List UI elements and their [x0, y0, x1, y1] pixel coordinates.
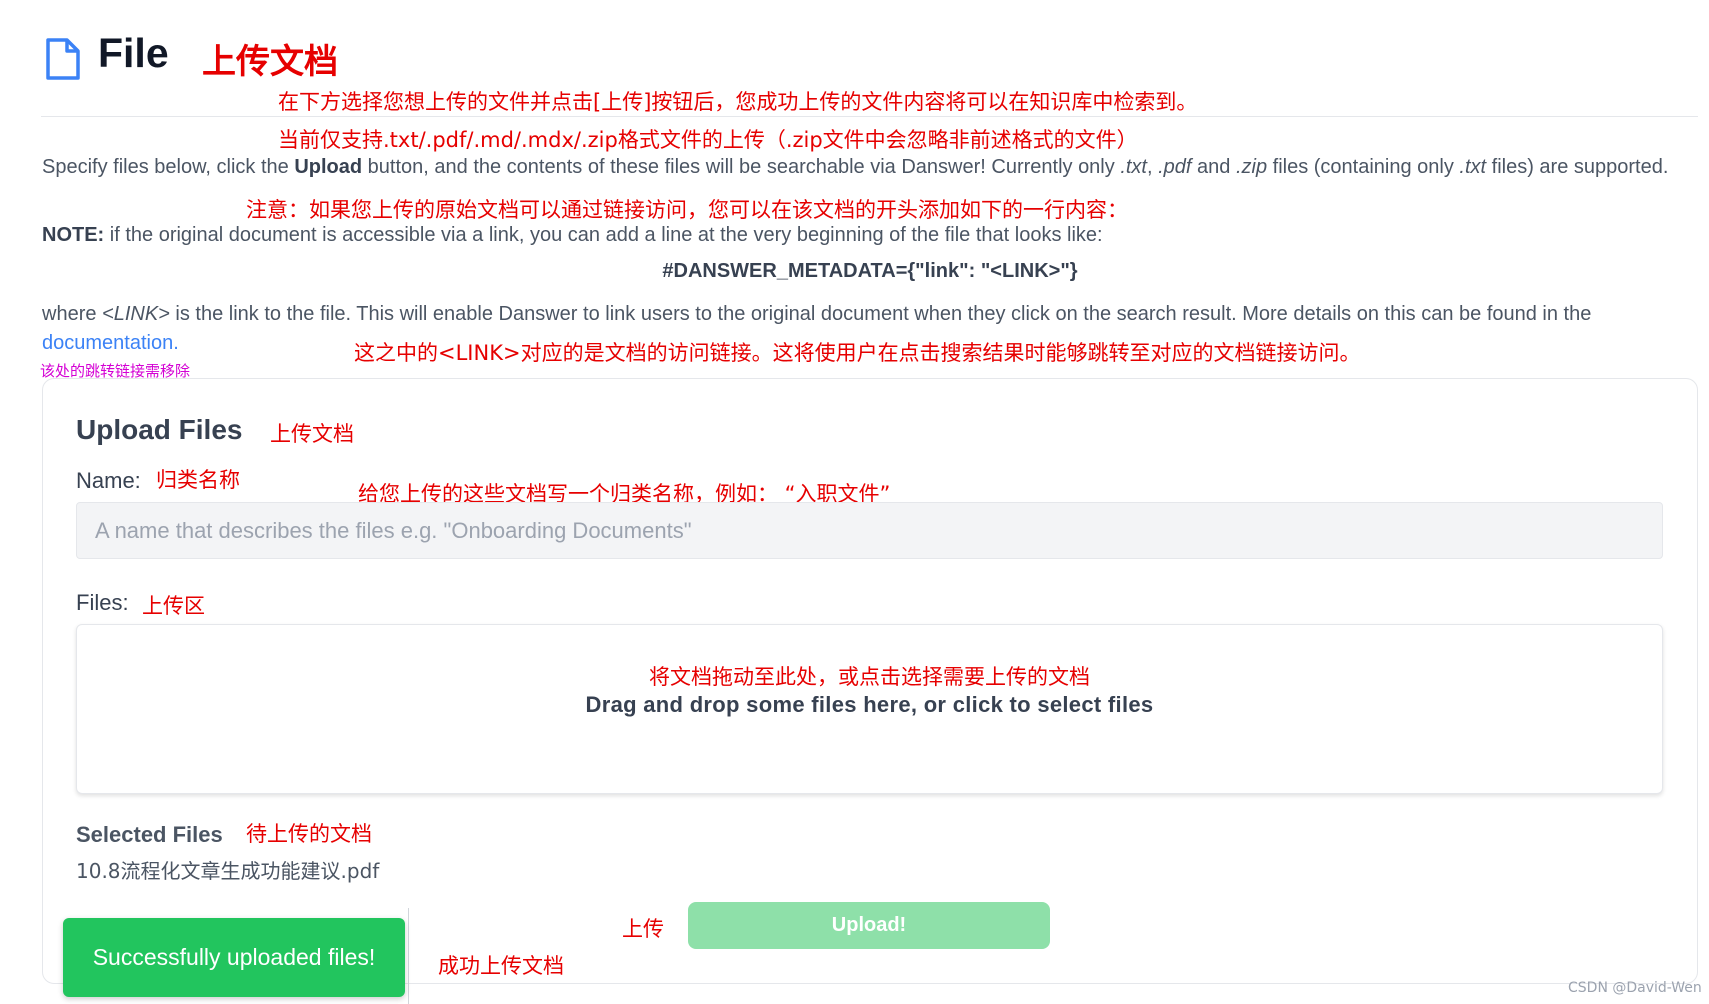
- selected-file-item: 10.8流程化文章生成功能建议.pdf: [76, 859, 380, 883]
- dropzone-text: Drag and drop some files here, or click …: [585, 692, 1154, 717]
- metadata-example: #DANSWER_METADATA={"link": "<LINK>"}: [662, 260, 1078, 282]
- name-label: Name:: [76, 468, 141, 493]
- toast-divider: [408, 908, 409, 1004]
- file-dropzone[interactable]: 将文档拖动至此处，或点击选择需要上传的文档 Drag and drop some…: [76, 624, 1663, 794]
- files-label: Files:: [76, 590, 129, 615]
- annotation-name-label: 归类名称: [156, 468, 240, 492]
- watermark: CSDN @David-Wen: [1568, 980, 1702, 996]
- description-text: Specify files below, click the Upload bu…: [42, 156, 1669, 178]
- success-toast[interactable]: Successfully uploaded files!: [63, 918, 405, 997]
- upload-button[interactable]: Upload!: [688, 902, 1050, 949]
- annotation-files-label: 上传区: [142, 594, 205, 618]
- annotation-dropzone: 将文档拖动至此处，或点击选择需要上传的文档: [649, 665, 1090, 689]
- annotation-success: 成功上传文档: [438, 954, 564, 978]
- annotation-selected: 待上传的文档: [246, 822, 372, 846]
- note-text: NOTE: if the original document is access…: [42, 224, 1103, 246]
- page-title: File: [98, 30, 169, 76]
- name-input[interactable]: [76, 502, 1663, 559]
- documentation-link[interactable]: documentation.: [42, 332, 179, 354]
- file-icon: [44, 36, 82, 82]
- annotation-intro-2: 当前仅支持.txt/.pdf/.md/.mdx/.zip格式文件的上传（.zip…: [278, 128, 1138, 152]
- annotation-intro-1: 在下方选择您想上传的文件并点击[上传]按钮后，您成功上传的文件内容将可以在知识库…: [278, 90, 1198, 114]
- header-divider: [41, 116, 1698, 117]
- annotation-card-title: 上传文档: [270, 422, 354, 446]
- annotation-upload: 上传: [622, 917, 664, 941]
- upload-card-title: Upload Files: [76, 414, 243, 445]
- annotation-note: 注意：如果您上传的原始文档可以通过链接访问，您可以在该文档的开头添加如下的一行内…: [246, 198, 1128, 222]
- annotation-title: 上传文档: [202, 42, 338, 82]
- selected-files-title: Selected Files: [76, 822, 223, 847]
- annotation-link-explain: 这之中的<LINK>对应的是文档的访问链接。这将使用户在点击搜索结果时能够跳转至…: [354, 341, 1361, 365]
